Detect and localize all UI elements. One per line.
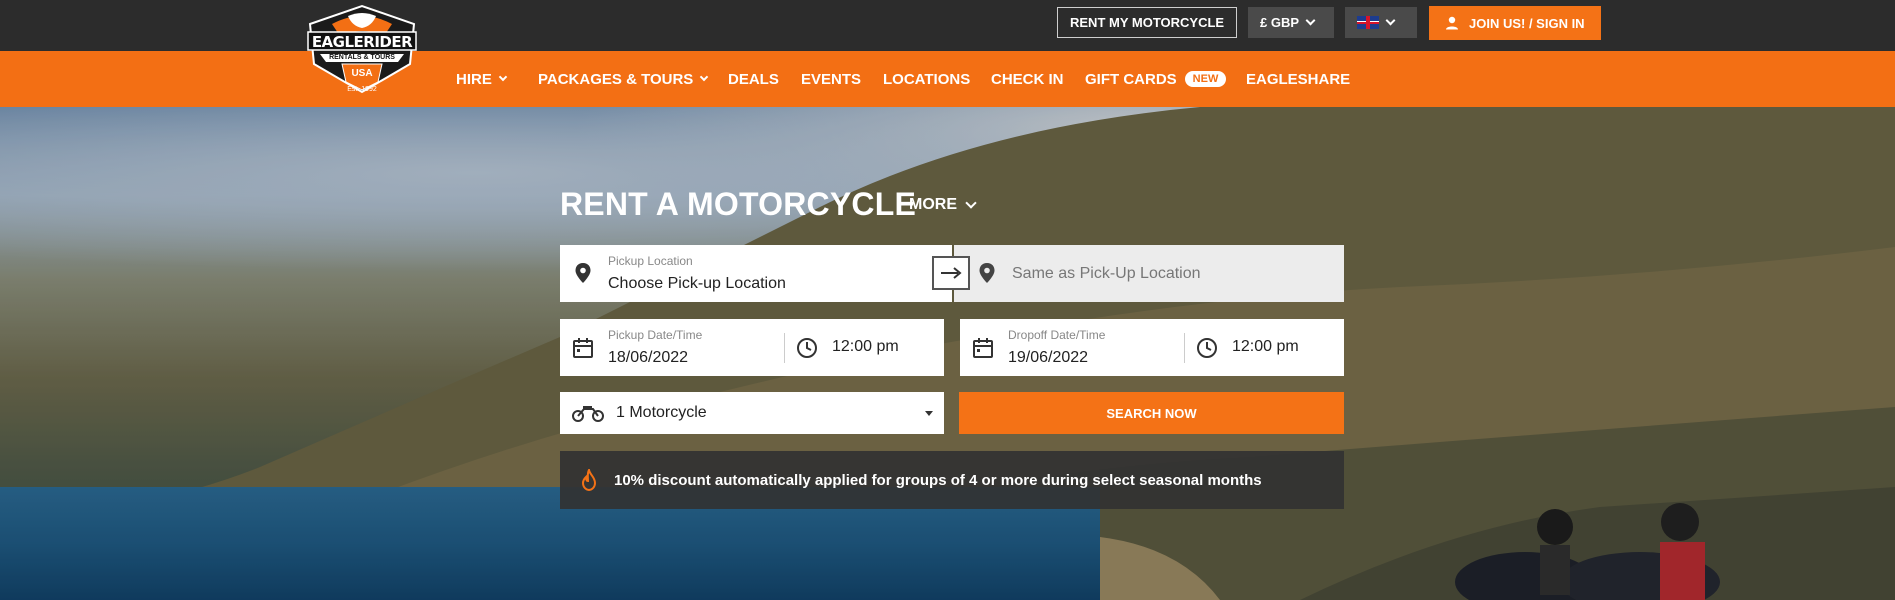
caret-down-icon: [925, 411, 933, 416]
nav-item-label: GIFT CARDS: [1085, 70, 1177, 88]
nav-item-label: DEALS: [728, 70, 779, 88]
currency-label: £ GBP: [1260, 15, 1300, 30]
dropoff-location-placeholder: Same as Pick-Up Location: [1012, 265, 1201, 282]
nav-item-gift-cards[interactable]: GIFT CARDS NEW: [1085, 51, 1227, 107]
dropoff-time-value: 12:00 pm: [1232, 338, 1299, 355]
motorcycle-count-value: 1 Motorcycle: [616, 404, 707, 421]
calendar-icon: [973, 338, 993, 358]
fire-icon: [581, 469, 597, 491]
dropoff-location-field[interactable]: Same as Pick-Up Location: [954, 245, 1344, 302]
nav-item-label: CHECK IN: [991, 70, 1064, 88]
chevron-down-icon: [965, 197, 977, 209]
nav-item-check-in[interactable]: CHECK IN: [991, 51, 1064, 107]
top-utility-bar: RENT MY MOTORCYCLE £ GBP JOIN US! / SIGN…: [0, 0, 1895, 51]
pickup-location-label: Pickup Location: [608, 254, 693, 268]
map-pin-icon: [979, 263, 995, 283]
dropoff-datetime-label: Dropoff Date/Time: [1008, 328, 1106, 342]
nav-item-events[interactable]: EVENTS: [801, 51, 861, 107]
dropoff-datetime-field: Dropoff Date/Time 19/06/2022 12:00 pm: [960, 319, 1344, 376]
nav-item-packages-tours[interactable]: PACKAGES & TOURS: [538, 51, 709, 107]
nav-item-label: HIRE: [456, 70, 492, 88]
more-dropdown[interactable]: MORE: [909, 196, 977, 214]
eaglerider-logo[interactable]: EAGLERIDER RENTALS & TOURS USA Est. 1992: [302, 2, 422, 98]
logo-brand-text: EAGLERIDER: [311, 33, 413, 51]
clock-icon: [797, 338, 817, 358]
map-pin-icon: [575, 263, 591, 283]
nav-item-label: PACKAGES & TOURS: [538, 70, 694, 88]
nav-item-deals[interactable]: DEALS: [728, 51, 779, 107]
user-icon: [1446, 16, 1458, 30]
language-selector[interactable]: [1345, 7, 1417, 38]
hero-banner: [0, 107, 1895, 600]
nav-item-label: LOCATIONS: [883, 70, 971, 88]
booking-title: RENT A MOTORCYCLE: [560, 186, 916, 222]
nav-item-eagleshare[interactable]: EAGLESHARE: [1246, 51, 1350, 107]
nav-item-hire[interactable]: HIRE: [456, 51, 508, 107]
logo-tagline: RENTALS & TOURS: [329, 54, 395, 61]
dropoff-date-input[interactable]: Dropoff Date/Time 19/06/2022: [960, 319, 1182, 376]
pickup-location-field[interactable]: Pickup Location Choose Pick-up Location: [560, 245, 952, 302]
search-now-label: SEARCH NOW: [1106, 405, 1197, 421]
pickup-location-value: Choose Pick-up Location: [608, 275, 786, 292]
calendar-icon: [573, 338, 593, 358]
nav-item-locations[interactable]: LOCATIONS: [883, 51, 970, 107]
riders-image: [1455, 503, 1720, 600]
pickup-date-value: 18/06/2022: [608, 349, 689, 366]
swap-locations-button[interactable]: [932, 256, 970, 290]
main-navigation: HIRE PACKAGES & TOURS DEALS EVENTS LOCAT…: [0, 51, 1895, 107]
motorcycle-icon: [572, 406, 604, 422]
currency-selector[interactable]: £ GBP: [1248, 7, 1334, 38]
uk-flag-icon: [1357, 16, 1379, 29]
pickup-time-input[interactable]: 12:00 pm: [786, 319, 944, 376]
promo-text: 10% discount automatically applied for g…: [614, 471, 1262, 489]
pickup-date-input[interactable]: Pickup Date/Time 18/06/2022: [560, 319, 782, 376]
join-sign-in-label: JOIN US! / SIGN IN: [1469, 15, 1585, 31]
chevron-down-icon: [498, 72, 508, 82]
arrow-right-icon: [941, 267, 962, 279]
pickup-datetime-label: Pickup Date/Time: [608, 328, 703, 342]
dropoff-date-value: 19/06/2022: [1008, 349, 1089, 366]
chevron-down-icon: [700, 72, 709, 82]
nav-item-label: EVENTS: [801, 70, 862, 88]
pickup-datetime-field: Pickup Date/Time 18/06/2022 12:00 pm: [560, 319, 944, 376]
pickup-time-value: 12:00 pm: [832, 338, 899, 355]
rent-my-motorcycle-button[interactable]: RENT MY MOTORCYCLE: [1057, 7, 1238, 38]
logo-country: USA: [351, 68, 373, 79]
logo-est: Est. 1992: [347, 86, 377, 93]
new-badge: NEW: [1184, 71, 1227, 87]
more-label: MORE: [909, 196, 957, 213]
promo-banner: 10% discount automatically applied for g…: [560, 451, 1344, 509]
dropoff-time-input[interactable]: 12:00 pm: [1186, 319, 1344, 376]
chevron-down-icon: [1385, 15, 1396, 26]
join-sign-in-button[interactable]: JOIN US! / SIGN IN: [1429, 6, 1601, 40]
motorcycle-count-select[interactable]: 1 Motorcycle: [560, 392, 944, 434]
clock-icon: [1197, 338, 1217, 358]
nav-item-label: EAGLESHARE: [1246, 70, 1351, 88]
search-now-button[interactable]: SEARCH NOW: [959, 392, 1344, 434]
chevron-down-icon: [1305, 15, 1316, 26]
rent-my-motorcycle-label: RENT MY MOTORCYCLE: [1070, 15, 1225, 30]
